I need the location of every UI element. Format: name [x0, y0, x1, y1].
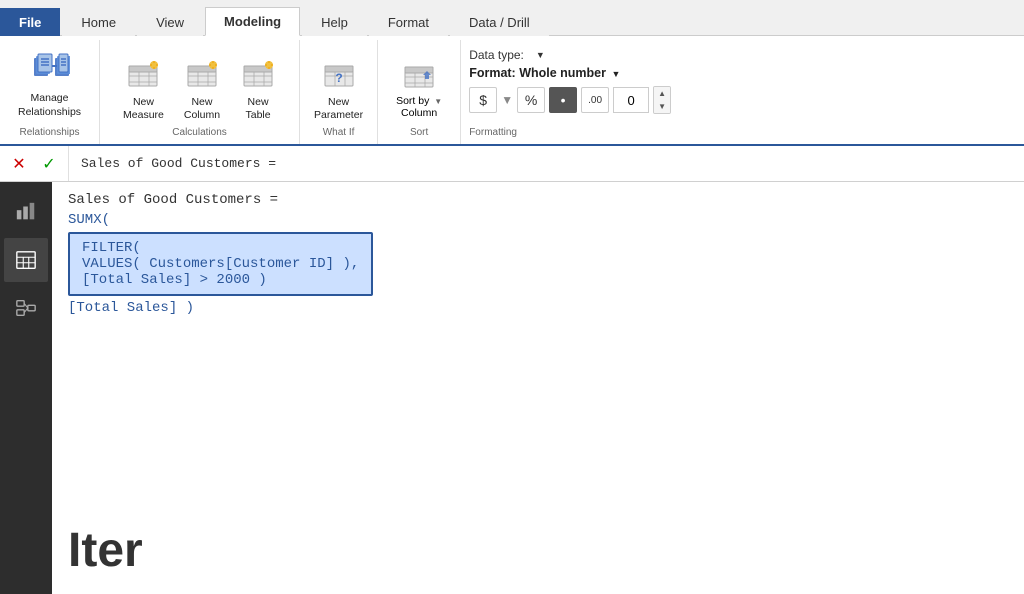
- ribbon: Manage Relationships Relationships: [0, 36, 1024, 146]
- formatting-group-label: Formatting: [469, 127, 517, 140]
- currency-separator: ▼: [501, 93, 513, 107]
- formula-cancel-button[interactable]: ✕: [8, 153, 30, 175]
- formula-line1: Sales of Good Customers =: [68, 192, 1008, 208]
- formula-selected-line3: [Total Sales] > 2000 ): [82, 272, 359, 288]
- new-measure-button[interactable]: New Measure: [117, 56, 170, 123]
- tab-bar: File Home View Modeling Help Format Data…: [0, 0, 1024, 36]
- formula-line-after: [Total Sales] ): [68, 300, 1008, 316]
- tab-home[interactable]: Home: [62, 8, 135, 36]
- sort-by-label: Sort by ▼ Column: [396, 95, 442, 119]
- large-text-display: Iter: [52, 507, 1024, 594]
- tab-modeling[interactable]: Modeling: [205, 7, 300, 36]
- new-column-icon: [184, 58, 220, 94]
- new-column-label: New Column: [184, 96, 220, 121]
- manage-relationships-label: Manage Relationships: [18, 92, 81, 119]
- format-value-decrement[interactable]: ▼: [654, 100, 670, 113]
- new-measure-label: New Measure: [123, 96, 164, 121]
- formula-editor[interactable]: Sales of Good Customers = SUMX( FILTER( …: [52, 182, 1024, 507]
- formatting-top-row: Data type: ▼: [469, 46, 1016, 64]
- formula-selected-line1: FILTER(: [82, 240, 359, 256]
- relationships-group-label: Relationships: [20, 127, 80, 140]
- ribbon-group-calculations: New Measure: [100, 40, 300, 144]
- manage-relationships-button[interactable]: Manage Relationships: [8, 44, 91, 123]
- formatting-controls: $ ▼ % • .00 ▲ ▼: [469, 86, 1016, 114]
- new-table-label: New Table: [246, 96, 271, 121]
- ribbon-group-sort: Sort by ▼ Column Sort: [378, 40, 461, 144]
- tab-data-drill[interactable]: Data / Drill: [450, 8, 549, 36]
- new-column-button[interactable]: New Column: [178, 56, 226, 123]
- formula-bar-text: Sales of Good Customers =: [69, 146, 1024, 181]
- percent-button[interactable]: %: [517, 87, 545, 113]
- comma-decimal-button[interactable]: .00: [581, 87, 609, 113]
- sort-group-label: Sort: [410, 127, 428, 140]
- manage-relationships-icon: [28, 48, 72, 92]
- formula-line2: SUMX(: [68, 212, 1008, 228]
- format-value-spinner: ▲ ▼: [653, 86, 671, 114]
- data-type-dropdown-arrow: ▼: [536, 50, 545, 60]
- formula-selected-line2: VALUES( Customers[Customer ID] ),: [82, 256, 359, 272]
- sort-by-column-button[interactable]: Sort by ▼ Column: [386, 55, 452, 123]
- data-type-label[interactable]: Data type:: [469, 48, 524, 62]
- ribbon-group-formatting: Data type: ▼ Format: Whole number ▼ $ ▼ …: [461, 40, 1024, 144]
- tab-help[interactable]: Help: [302, 8, 367, 36]
- new-table-icon: [240, 58, 276, 94]
- decimal-point-button[interactable]: •: [549, 87, 577, 113]
- new-measure-icon: [125, 58, 161, 94]
- format-label[interactable]: Format: Whole number ▼: [469, 64, 1016, 82]
- format-value-input[interactable]: [613, 87, 649, 113]
- content-area: Sales of Good Customers = SUMX( FILTER( …: [52, 182, 1024, 594]
- tab-view[interactable]: View: [137, 8, 203, 36]
- format-dropdown-arrow: ▼: [611, 69, 620, 79]
- new-parameter-button[interactable]: ? New Parameter: [308, 56, 369, 123]
- sort-dropdown-arrow: ▼: [434, 97, 442, 106]
- ribbon-group-whatif: ? New Parameter What If: [300, 40, 378, 144]
- sidebar-relationship-button[interactable]: [4, 286, 48, 330]
- new-table-button[interactable]: New Table: [234, 56, 282, 123]
- formula-bar: ✕ ✓ Sales of Good Customers =: [0, 146, 1024, 182]
- main-area: Sales of Good Customers = SUMX( FILTER( …: [0, 182, 1024, 594]
- sidebar-table-button[interactable]: [4, 238, 48, 282]
- sidebar-bar-chart-button[interactable]: [4, 190, 48, 234]
- calculations-group-label: Calculations: [172, 127, 226, 140]
- whatif-group-label: What If: [323, 127, 355, 140]
- sort-by-icon: [401, 59, 437, 95]
- tab-format[interactable]: Format: [369, 8, 448, 36]
- sidebar: [0, 182, 52, 594]
- svg-text:?: ?: [335, 71, 342, 85]
- format-value-increment[interactable]: ▲: [654, 87, 670, 100]
- formula-bar-buttons: ✕ ✓: [0, 146, 69, 181]
- new-parameter-icon: ?: [321, 58, 357, 94]
- new-parameter-label: New Parameter: [314, 96, 363, 121]
- dollar-button[interactable]: $: [469, 87, 497, 113]
- ribbon-group-relationships: Manage Relationships Relationships: [0, 40, 100, 144]
- formula-accept-button[interactable]: ✓: [38, 153, 60, 175]
- tab-file[interactable]: File: [0, 8, 60, 36]
